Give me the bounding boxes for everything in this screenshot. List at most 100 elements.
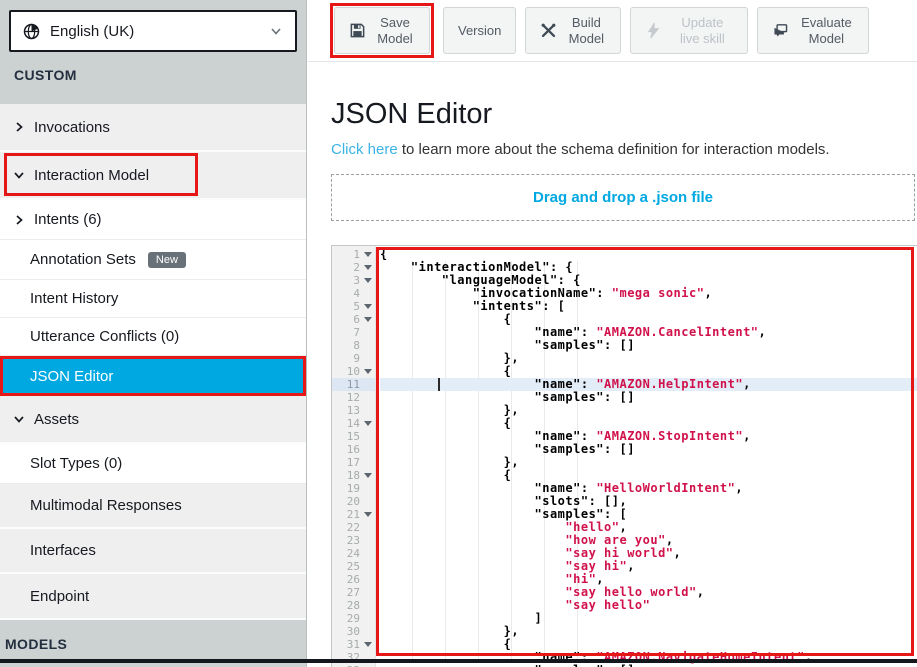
line-number: 10 xyxy=(332,365,375,378)
json-code-editor[interactable]: 1234567891011121314151617181920212223242… xyxy=(331,245,917,667)
line-number: 9 xyxy=(332,352,375,365)
line-number: 21 xyxy=(332,508,375,521)
json-dropzone[interactable]: Drag and drop a .json file xyxy=(331,174,915,221)
line-number: 15 xyxy=(332,430,375,443)
line-number: 1 xyxy=(332,248,375,261)
page-title: JSON Editor xyxy=(331,98,917,131)
fold-arrow-icon[interactable] xyxy=(364,278,372,283)
sidebar-item-interaction-model[interactable]: Interaction Model xyxy=(0,152,306,200)
sidebar: English (UK) CUSTOM Invocations Interact… xyxy=(0,0,307,667)
line-number: 29 xyxy=(332,612,375,625)
sidebar-item-json-editor[interactable]: JSON Editor xyxy=(0,356,306,396)
sidebar-item-label: Intents (6) xyxy=(34,211,102,228)
line-number: 4 xyxy=(332,287,375,300)
fold-arrow-icon[interactable] xyxy=(364,421,372,426)
section-header-custom: CUSTOM xyxy=(9,52,297,83)
editor-gutter[interactable]: 1234567891011121314151617181920212223242… xyxy=(332,246,376,667)
globe-icon xyxy=(23,23,40,40)
line-number: 23 xyxy=(332,534,375,547)
line-number: 5 xyxy=(332,300,375,313)
button-label: Update live skill xyxy=(671,15,733,46)
toolbar: Save Model Version Build Model Update li… xyxy=(308,0,917,62)
sidebar-item-interfaces[interactable]: Interfaces xyxy=(0,529,306,574)
sidebar-item-label: Slot Types (0) xyxy=(30,455,122,472)
sidebar-item-label: JSON Editor xyxy=(30,368,113,385)
chat-bubble-icon xyxy=(772,22,789,39)
evaluate-model-button[interactable]: Evaluate Model xyxy=(757,7,869,54)
language-selector-value: English (UK) xyxy=(50,23,259,40)
chevron-down-icon xyxy=(269,24,283,38)
version-button[interactable]: Version xyxy=(443,7,516,54)
editor-code[interactable]: { "interactionModel": { "languageModel":… xyxy=(376,246,917,667)
fold-arrow-icon[interactable] xyxy=(364,369,372,374)
line-number: 18 xyxy=(332,469,375,482)
fold-arrow-icon[interactable] xyxy=(364,473,372,478)
schema-description: Click here to learn more about the schem… xyxy=(331,141,917,158)
sidebar-item-intent-history[interactable]: Intent History xyxy=(0,280,306,318)
fold-arrow-icon[interactable] xyxy=(364,642,372,647)
line-number: 6 xyxy=(332,313,375,326)
fold-arrow-icon[interactable] xyxy=(364,317,372,322)
main-content: JSON Editor Click here to learn more abo… xyxy=(308,62,917,667)
line-number: 17 xyxy=(332,456,375,469)
line-number: 2 xyxy=(332,261,375,274)
language-selector[interactable]: English (UK) xyxy=(9,10,297,52)
build-tools-icon xyxy=(540,22,557,39)
new-badge: New xyxy=(148,252,186,268)
line-number: 19 xyxy=(332,482,375,495)
line-number: 27 xyxy=(332,586,375,599)
section-header-models: MODELS xyxy=(0,620,67,652)
line-number: 14 xyxy=(332,417,375,430)
save-model-button[interactable]: Save Model xyxy=(334,7,430,54)
description-text: to learn more about the schema definitio… xyxy=(398,141,830,158)
build-model-button[interactable]: Build Model xyxy=(525,7,621,54)
fold-arrow-icon[interactable] xyxy=(364,252,372,257)
sidebar-item-annotation-sets[interactable]: Annotation Sets New xyxy=(0,240,306,280)
line-number: 28 xyxy=(332,599,375,612)
chevron-down-icon xyxy=(12,168,26,182)
sidebar-item-intents[interactable]: Intents (6) xyxy=(0,200,306,240)
button-label: Evaluate Model xyxy=(798,15,854,46)
line-number: 3 xyxy=(332,274,375,287)
sidebar-item-slot-types[interactable]: Slot Types (0) xyxy=(0,444,306,484)
sidebar-item-multimodal-responses[interactable]: Multimodal Responses xyxy=(0,484,306,529)
button-label: Save Model xyxy=(375,15,415,46)
fold-arrow-icon[interactable] xyxy=(364,512,372,517)
chevron-right-icon xyxy=(12,213,26,227)
sidebar-item-endpoint[interactable]: Endpoint xyxy=(0,574,306,620)
button-label: Version xyxy=(458,23,501,39)
sidebar-item-label: Multimodal Responses xyxy=(12,497,182,514)
line-number: 24 xyxy=(332,547,375,560)
dropzone-label: Drag and drop a .json file xyxy=(533,189,713,206)
line-number: 8 xyxy=(332,339,375,352)
fold-arrow-icon[interactable] xyxy=(364,265,372,270)
sidebar-item-label: Intent History xyxy=(30,290,118,307)
window-bottom-edge xyxy=(0,659,917,663)
line-number: 11 xyxy=(332,378,375,391)
sidebar-item-label: Endpoint xyxy=(12,588,89,605)
app-window: English (UK) CUSTOM Invocations Interact… xyxy=(0,0,917,667)
sidebar-item-label: Invocations xyxy=(34,119,110,136)
line-number: 22 xyxy=(332,521,375,534)
line-number: 25 xyxy=(332,560,375,573)
sidebar-item-invocations[interactable]: Invocations xyxy=(0,104,306,152)
line-number: 31 xyxy=(332,638,375,651)
chevron-down-icon xyxy=(12,412,26,426)
chevron-right-icon xyxy=(12,120,26,134)
button-label: Build Model xyxy=(566,15,606,46)
line-number: 26 xyxy=(332,573,375,586)
line-number: 16 xyxy=(332,443,375,456)
sidebar-item-label: Assets xyxy=(34,411,79,428)
sidebar-item-assets[interactable]: Assets xyxy=(0,396,306,444)
update-live-skill-button: Update live skill xyxy=(630,7,748,54)
sidebar-item-label: Annotation Sets xyxy=(30,251,136,268)
line-number: 20 xyxy=(332,495,375,508)
click-here-link[interactable]: Click here xyxy=(331,141,398,158)
line-number: 7 xyxy=(332,326,375,339)
sidebar-item-label: Utterance Conflicts (0) xyxy=(30,328,179,345)
fold-arrow-icon[interactable] xyxy=(364,304,372,309)
line-number: 12 xyxy=(332,391,375,404)
sidebar-item-utterance-conflicts[interactable]: Utterance Conflicts (0) xyxy=(0,318,306,356)
lightning-bolt-icon xyxy=(645,22,662,39)
sidebar-item-label: Interfaces xyxy=(12,542,96,559)
